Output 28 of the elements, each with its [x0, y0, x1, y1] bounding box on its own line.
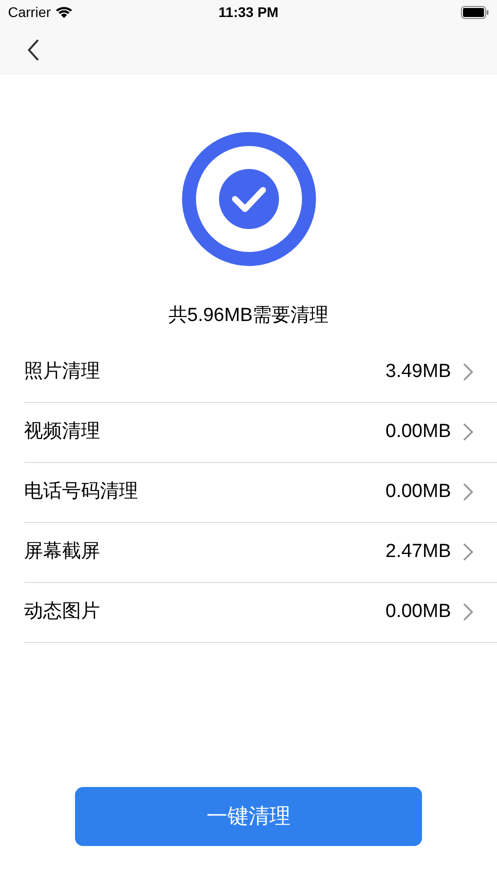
cleanup-row[interactable]: 照片清理 3.49MB — [24, 342, 497, 402]
row-size: 0.00MB — [386, 420, 451, 444]
row-label: 照片清理 — [24, 360, 100, 384]
row-size: 0.00MB — [386, 600, 451, 624]
cleanup-row[interactable]: 动态图片 0.00MB — [24, 582, 497, 642]
chevron-icon — [463, 603, 473, 621]
chevron-icon — [463, 423, 473, 441]
row-label: 动态图片 — [24, 600, 100, 624]
chevron-icon — [463, 483, 473, 501]
cleanup-row[interactable]: 屏幕截屏 2.47MB — [24, 522, 497, 582]
back-icon[interactable] — [26, 38, 40, 62]
clock-time: 11:33 PM — [218, 3, 278, 22]
row-size: 3.49MB — [386, 360, 451, 384]
summary-text: 共5.96MB需要清理 — [168, 304, 329, 328]
row-size: 0.00MB — [386, 480, 451, 504]
success-check-icon — [182, 132, 316, 266]
row-size: 2.47MB — [386, 540, 451, 564]
chevron-icon — [463, 363, 473, 381]
battery-icon — [461, 6, 489, 19]
row-label: 屏幕截屏 — [24, 540, 100, 564]
row-label: 电话号码清理 — [24, 480, 138, 504]
wifi-icon — [54, 6, 73, 19]
carrier-label: Carrier — [8, 3, 51, 22]
chevron-icon — [463, 543, 473, 561]
clean-button[interactable]: 一键清理 — [75, 787, 422, 846]
cleanup-row[interactable]: 电话号码清理 0.00MB — [24, 462, 497, 522]
cleanup-row[interactable]: 视频清理 0.00MB — [24, 402, 497, 462]
row-label: 视频清理 — [24, 420, 100, 444]
